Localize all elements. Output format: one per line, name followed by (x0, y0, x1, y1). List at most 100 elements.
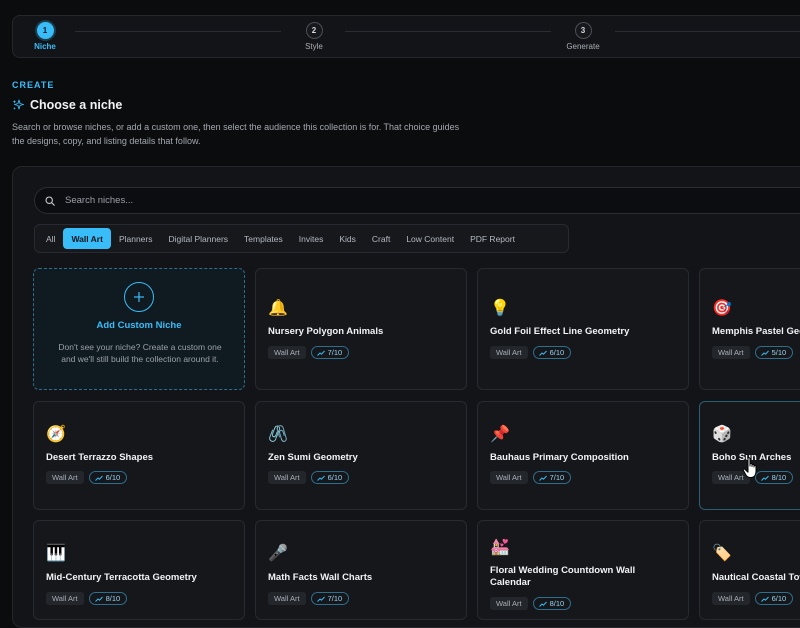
niche-chips: Wall Art 6/10 (712, 592, 794, 605)
trend-up-icon (316, 475, 325, 481)
trend-up-icon (538, 475, 547, 481)
score-badge: 6/10 (88, 471, 128, 484)
search-icon (45, 195, 55, 206)
trend-up-icon (94, 596, 103, 602)
score-value: 6/10 (327, 473, 343, 482)
step-label: Style (305, 42, 323, 51)
score-badge: 5/10 (754, 346, 794, 359)
step-label: Generate (566, 42, 600, 51)
niche-chips: Wall Art 8/10 (46, 592, 128, 605)
piano-icon: 🎹 (46, 545, 66, 562)
niche-card[interactable]: 🏷️ Nautical Coastal Town Wall Art 6/10 (699, 520, 800, 620)
niche-card[interactable]: 🎹 Mid-Century Terracotta Geometry Wall A… (33, 520, 245, 620)
search-input[interactable] (63, 194, 667, 207)
niche-title: Math Facts Wall Charts (268, 572, 373, 583)
trend-up-icon (760, 350, 769, 356)
niche-card[interactable]: 🔔 Nursery Polygon Animals Wall Art 7/10 (255, 268, 467, 390)
hand-cursor-icon (742, 457, 757, 478)
category-chip: Wall Art (712, 346, 750, 359)
niche-chips: Wall Art 7/10 (490, 471, 572, 484)
step-connector (75, 31, 281, 32)
microphone-icon: 🎤 (268, 545, 288, 562)
step-number: 2 (305, 22, 323, 39)
trend-up-icon (316, 596, 325, 602)
step-number: 3 (574, 22, 592, 39)
niche-chips: Wall Art 5/10 (712, 346, 794, 359)
score-badge: 8/10 (88, 592, 128, 605)
page-title: Choose a niche (30, 98, 123, 112)
category-chip: Wall Art (490, 471, 528, 484)
niche-title: Nursery Polygon Animals (268, 326, 384, 337)
section-eyebrow: CREATE (12, 80, 55, 90)
score-value: 8/10 (549, 599, 565, 608)
tab-invites[interactable]: Invites (291, 228, 332, 249)
compass-icon: 🧭 (46, 426, 66, 443)
step-label: Niche (34, 42, 56, 51)
score-value: 7/10 (327, 594, 343, 603)
paperclip-icon: 🖇️ (268, 426, 288, 443)
niche-card[interactable]: 🖇️ Zen Sumi Geometry Wall Art 6/10 (255, 401, 467, 510)
step-niche[interactable]: 1 Niche (5, 22, 85, 51)
score-value: 6/10 (105, 473, 121, 482)
category-chip: Wall Art (490, 597, 528, 610)
plus-icon (124, 282, 154, 312)
niche-title: Desert Terrazzo Shapes (46, 452, 154, 463)
niche-title: Zen Sumi Geometry (268, 452, 358, 463)
niche-chips: Wall Art 6/10 (490, 346, 572, 359)
tab-craft[interactable]: Craft (364, 228, 398, 249)
score-value: 8/10 (771, 473, 787, 482)
tab-wall-art[interactable]: Wall Art (63, 228, 111, 249)
trend-up-icon (316, 350, 325, 356)
trend-up-icon (94, 475, 103, 481)
search-bar[interactable] (34, 187, 800, 214)
niche-card[interactable]: 🎯 Memphis Pastel Geometric Wall Art 5/10 (699, 268, 800, 390)
lightbulb-icon: 💡 (490, 300, 510, 317)
niche-title: Mid-Century Terracotta Geometry (46, 572, 197, 583)
niche-title: Nautical Coastal Town (712, 572, 800, 583)
trend-up-icon (538, 601, 547, 607)
add-custom-niche-card[interactable]: Add Custom Niche Don't see your niche? C… (33, 268, 245, 390)
score-badge: 6/10 (310, 471, 350, 484)
step-generate[interactable]: 3 Generate (543, 22, 623, 51)
trend-up-icon (760, 596, 769, 602)
add-custom-niche-description: Don't see your niche? Create a custom on… (58, 342, 222, 364)
bell-icon: 🔔 (268, 300, 288, 317)
niche-card[interactable]: 🎤 Math Facts Wall Charts Wall Art 7/10 (255, 520, 467, 620)
page-description: Search or browse niches, or add a custom… (12, 122, 460, 146)
niche-card[interactable]: 🧭 Desert Terrazzo Shapes Wall Art 6/10 (33, 401, 245, 510)
tab-kids[interactable]: Kids (331, 228, 364, 249)
pushpin-icon: 📌 (490, 426, 510, 443)
tab-digital-planners[interactable]: Digital Planners (161, 228, 237, 249)
category-chip: Wall Art (268, 592, 306, 605)
niche-title: Memphis Pastel Geometric (712, 326, 800, 337)
niche-title: Gold Foil Effect Line Geometry (490, 326, 630, 337)
score-badge: 7/10 (310, 346, 350, 359)
score-badge: 6/10 (754, 592, 794, 605)
niche-chips: Wall Art 8/10 (490, 597, 572, 610)
step-style[interactable]: 2 Style (274, 22, 354, 51)
score-badge: 7/10 (310, 592, 350, 605)
tab-pdf-report[interactable]: PDF Report (462, 228, 523, 249)
title-row: Choose a niche (12, 98, 122, 112)
tab-all[interactable]: All (38, 228, 63, 249)
niche-card[interactable]: 💡 Gold Foil Effect Line Geometry Wall Ar… (477, 268, 689, 390)
tab-planners[interactable]: Planners (111, 228, 161, 249)
niche-card[interactable]: 💒 Floral Wedding Countdown Wall Calendar… (477, 520, 689, 620)
score-value: 6/10 (771, 594, 787, 603)
score-badge: 8/10 (532, 597, 572, 610)
sparkle-icon (12, 99, 24, 110)
niche-chips: Wall Art 6/10 (46, 471, 128, 484)
score-value: 8/10 (105, 594, 121, 603)
score-value: 6/10 (549, 348, 565, 357)
stepper: 1 Niche 2 Style 3 Generate (12, 15, 800, 58)
niche-chips: Wall Art 7/10 (268, 592, 350, 605)
tab-low-content[interactable]: Low Content (398, 228, 462, 249)
trend-up-icon (760, 475, 769, 481)
score-badge: 7/10 (532, 471, 572, 484)
niche-title: Floral Wedding Countdown Wall Calendar (490, 565, 636, 588)
niche-card[interactable]: 📌 Bauhaus Primary Composition Wall Art 7… (477, 401, 689, 510)
category-chip: Wall Art (268, 471, 306, 484)
tab-templates[interactable]: Templates (236, 228, 291, 249)
category-chip: Wall Art (46, 592, 84, 605)
tag-icon: 🏷️ (712, 545, 732, 562)
